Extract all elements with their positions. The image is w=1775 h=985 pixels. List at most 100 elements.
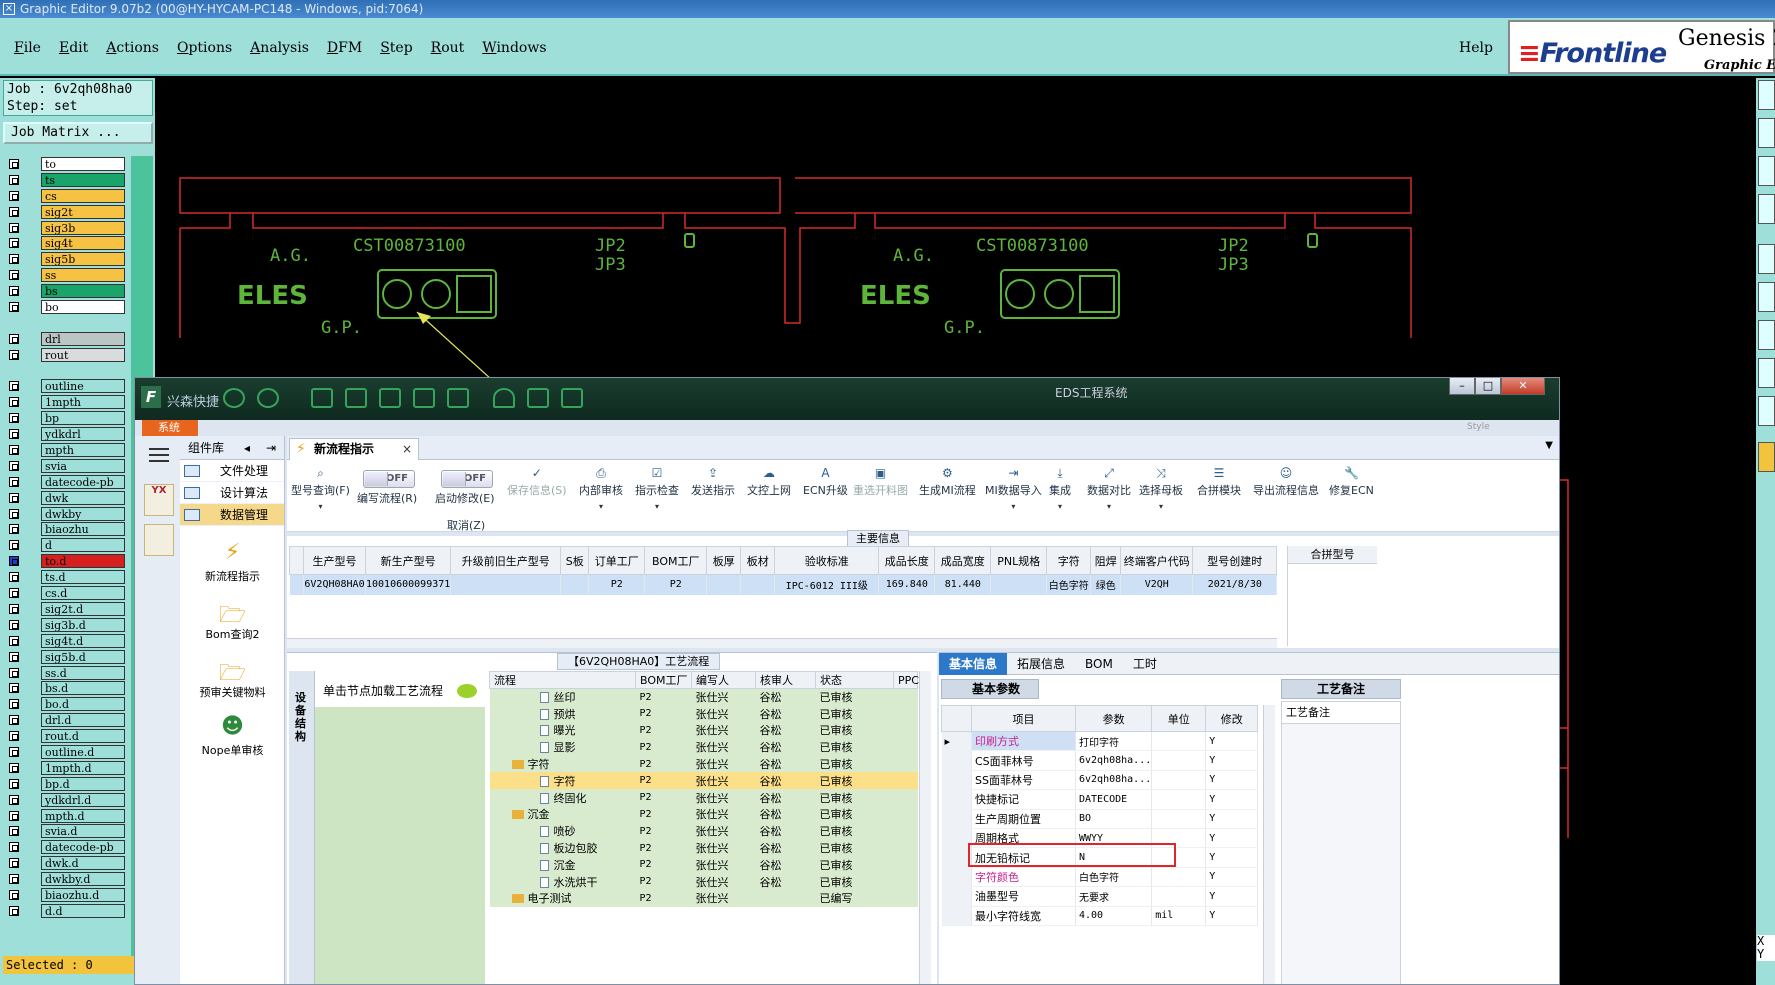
layer-checkbox[interactable]: [9, 746, 19, 757]
toolbar-button[interactable]: ✓ 保存信息(S): [507, 466, 567, 498]
layer-name[interactable]: to: [41, 157, 125, 171]
toolbar-button[interactable]: ⎙ 内部审核 ▾: [579, 466, 623, 511]
tree-node[interactable]: 板边包胶: [489, 839, 636, 857]
tree-row[interactable]: 预烘 P2 张仕兴 谷松 已审核: [489, 705, 918, 723]
param-value[interactable]: 无要求: [1075, 886, 1153, 907]
layer-name[interactable]: bs.d: [41, 681, 125, 696]
layer-checkbox[interactable]: [9, 905, 19, 916]
layer-checkbox[interactable]: [9, 603, 19, 614]
menu-item[interactable]: Options: [177, 40, 232, 56]
layer-row[interactable]: biaozhu.d: [3, 887, 127, 903]
param-modify[interactable]: Y: [1205, 828, 1259, 849]
table-cell[interactable]: P2: [588, 574, 646, 595]
layer-name[interactable]: biaozhu: [41, 522, 125, 537]
menu-help[interactable]: Help: [1459, 40, 1493, 56]
tool-button[interactable]: [1758, 396, 1775, 426]
layer-checkbox[interactable]: [9, 889, 19, 900]
layer-row[interactable]: to: [3, 156, 127, 172]
layer-row[interactable]: sig3b.d: [3, 617, 127, 633]
layer-name[interactable]: drl: [41, 331, 125, 346]
layer-name[interactable]: bp: [41, 411, 125, 426]
layer-name[interactable]: drl.d: [41, 713, 125, 728]
param-value[interactable]: DATECODE: [1075, 789, 1153, 810]
load-process-hint[interactable]: 单击节点加载工艺流程: [315, 675, 485, 707]
layer-checkbox[interactable]: [9, 683, 19, 694]
job-matrix-button[interactable]: Job Matrix ...: [3, 122, 153, 144]
layer-name[interactable]: ydkdrl.d: [41, 792, 125, 807]
tree-node[interactable]: 沉金: [489, 856, 636, 874]
layer-checkbox[interactable]: [9, 333, 19, 344]
column-header[interactable]: 核审人: [755, 671, 816, 689]
layer-row[interactable]: cs: [3, 188, 127, 204]
layer-name[interactable]: sig2t: [41, 204, 125, 219]
layer-name[interactable]: outline.d: [41, 744, 125, 759]
layer-row[interactable]: dwkby: [3, 506, 127, 522]
menu-item[interactable]: Analysis: [250, 40, 309, 56]
layer-row[interactable]: 1mpth: [3, 394, 127, 410]
layer-name[interactable]: [41, 363, 125, 378]
column-header[interactable]: 项目: [971, 705, 1076, 732]
layer-checkbox[interactable]: [9, 270, 19, 281]
tab-close-icon[interactable]: ×: [402, 439, 412, 459]
layer-row[interactable]: sig2t: [3, 204, 127, 220]
pin-icon[interactable]: ⇥: [266, 436, 276, 460]
column-header[interactable]: PNL规格: [990, 546, 1048, 575]
layer-row[interactable]: dwkby.d: [3, 871, 127, 887]
layer-row[interactable]: 1mpth.d: [3, 760, 127, 776]
layer-name[interactable]: sig4t.d: [41, 633, 125, 648]
param-row[interactable]: 字符颜色 白色字符 Y: [941, 867, 1259, 888]
chevron-left-icon[interactable]: ◂: [244, 436, 250, 460]
start-modify-toggle[interactable]: OFF: [441, 470, 493, 488]
layer-checkbox[interactable]: [9, 826, 19, 837]
layer-name[interactable]: dwk.d: [41, 856, 125, 871]
layer-checkbox[interactable]: [9, 174, 19, 185]
layer-checkbox[interactable]: [9, 715, 19, 726]
info-tab[interactable]: BOM: [1075, 653, 1123, 675]
layer-checkbox[interactable]: [9, 667, 19, 678]
layer-row[interactable]: bp: [3, 410, 127, 426]
tree-node[interactable]: 字符: [489, 772, 636, 790]
layer-row[interactable]: d: [3, 537, 127, 553]
layer-row[interactable]: rout.d: [3, 728, 127, 744]
layer-checkbox[interactable]: [9, 222, 19, 233]
param-modify[interactable]: Y: [1205, 906, 1259, 926]
layer-name[interactable]: d: [41, 538, 125, 553]
dropdown-arrow-icon[interactable]: ▾: [1139, 502, 1183, 511]
param-row[interactable]: 油墨型号 无要求 Y: [941, 886, 1259, 907]
column-header[interactable]: 状态: [815, 671, 894, 689]
param-modify[interactable]: Y: [1205, 847, 1259, 868]
menu-item[interactable]: Step: [380, 40, 412, 56]
table-cell[interactable]: 6V2QH08HA0: [303, 574, 366, 595]
layer-name[interactable]: mpth: [41, 443, 125, 458]
layer-name[interactable]: mpth.d: [41, 808, 125, 823]
table-cell[interactable]: [990, 574, 1048, 595]
layer-checkbox[interactable]: [9, 762, 19, 773]
layer-checkbox[interactable]: [9, 476, 19, 487]
layer-name[interactable]: [41, 315, 125, 330]
chevron-down-icon[interactable]: ▼: [1545, 440, 1553, 451]
column-header[interactable]: 参数: [1074, 705, 1153, 732]
toolbar-button[interactable]: ⚙ 生成MI流程: [919, 466, 976, 498]
yx-tile-icon[interactable]: YX: [144, 484, 174, 516]
tree-node[interactable]: 沉金: [489, 806, 636, 823]
layer-checkbox[interactable]: [9, 492, 19, 503]
layer-row[interactable]: dwk.d: [3, 855, 127, 871]
layer-name[interactable]: sig3b.d: [41, 617, 125, 632]
tree-row[interactable]: 终固化 P2 张仕兴 谷松 已审核: [489, 789, 918, 807]
column-header[interactable]: 终端客户代码: [1120, 546, 1194, 575]
param-value[interactable]: 4.00: [1075, 906, 1153, 926]
layer-name[interactable]: biaozhu.d: [41, 887, 125, 902]
layer-checkbox[interactable]: [9, 778, 19, 789]
layer-row[interactable]: ts: [3, 172, 127, 188]
layer-name[interactable]: bp.d: [41, 776, 125, 791]
tree-row[interactable]: 沉金 P2 张仕兴 谷松 已审核: [489, 806, 918, 823]
layer-checkbox[interactable]: [9, 349, 19, 360]
layer-row[interactable]: bs.d: [3, 680, 127, 696]
layer-name[interactable]: cs: [41, 188, 125, 203]
layer-name[interactable]: rout: [41, 347, 125, 362]
layer-row[interactable]: [3, 363, 127, 379]
layer-row[interactable]: svia: [3, 458, 127, 474]
write-process-toggle[interactable]: OFF: [363, 470, 415, 488]
component-item[interactable]: 文件处理: [180, 460, 284, 482]
layer-row[interactable]: mpth: [3, 442, 127, 458]
